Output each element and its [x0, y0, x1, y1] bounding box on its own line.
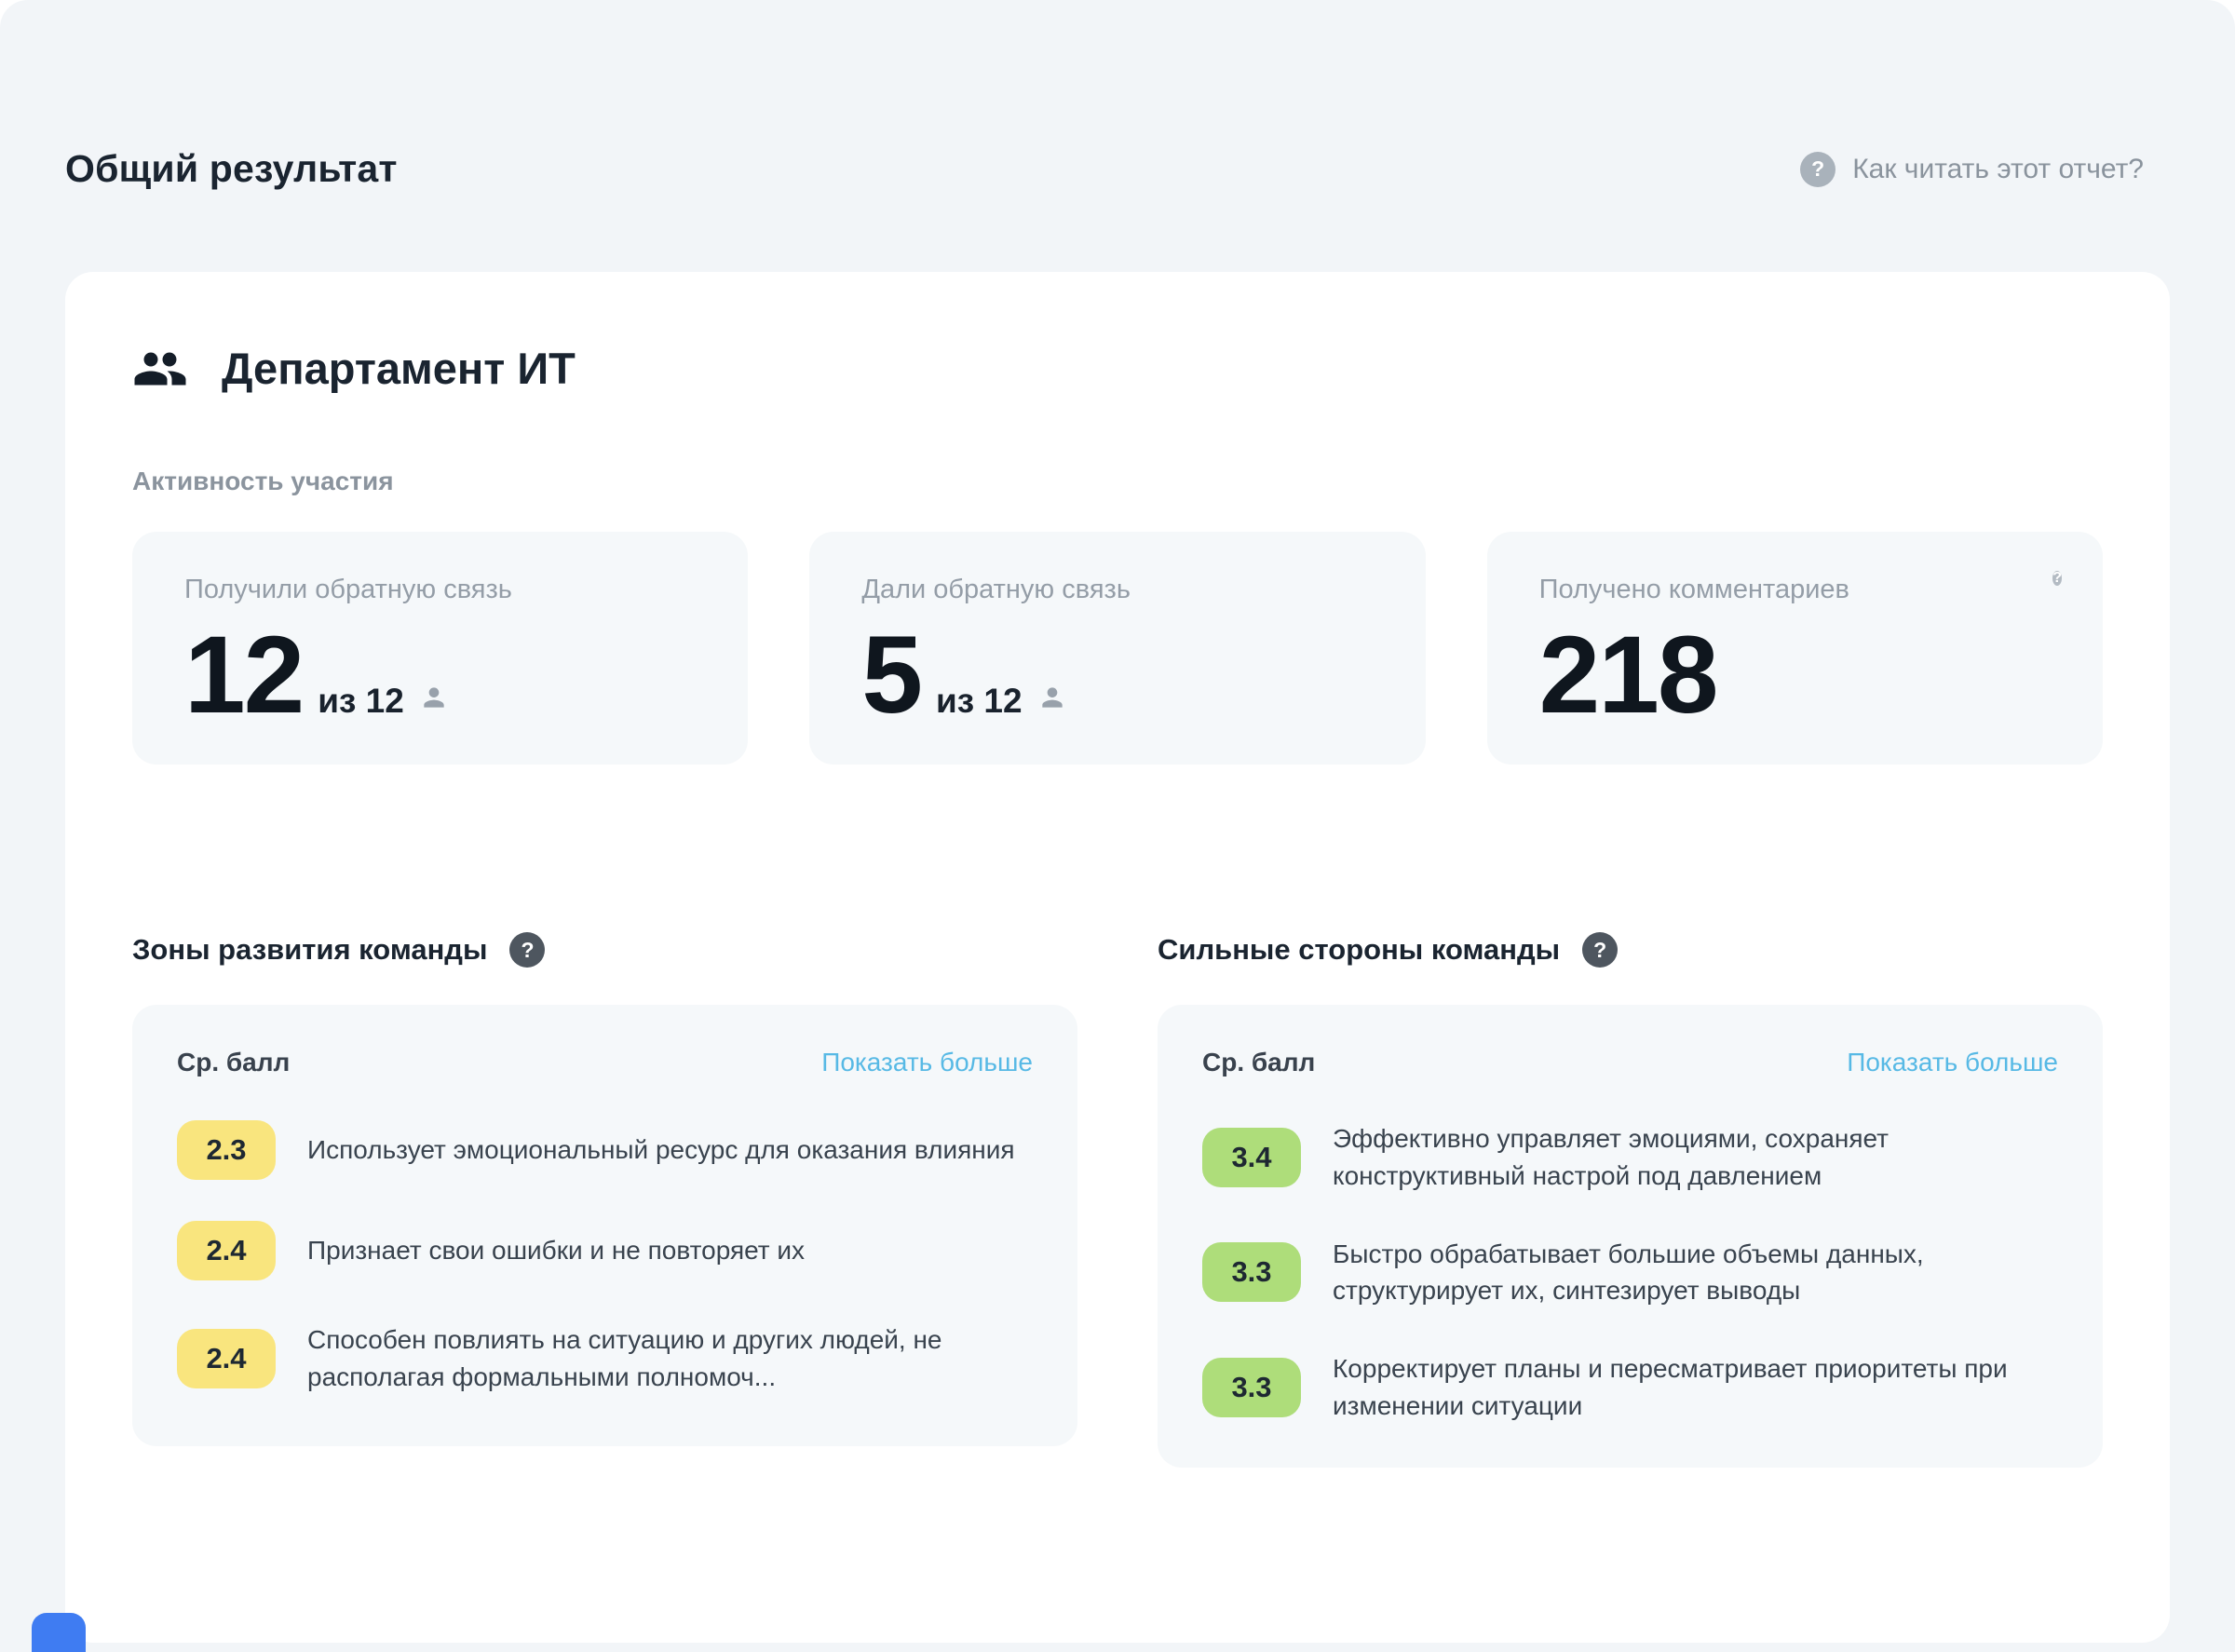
development-zones-help-icon[interactable]: ? — [509, 932, 545, 968]
summary-card: Департамент ИТ Активность участия Получи… — [65, 272, 2170, 1643]
strengths-section: Сильные стороны команды ? Ср. балл Показ… — [1158, 932, 2103, 1468]
stat-label: Получено комментариев — [1539, 575, 2051, 605]
strengths-title: Сильные стороны команды — [1158, 933, 1560, 967]
list-item: 3.4 Эффективно управляет эмоциями, сохра… — [1202, 1120, 2058, 1195]
strengths-help-icon[interactable]: ? — [1582, 932, 1618, 968]
stat-label: Получили обратную связь — [184, 575, 696, 605]
page-header: Общий результат ? Как читать этот отчет? — [65, 147, 2144, 191]
score-badge: 3.3 — [1202, 1242, 1301, 1302]
stat-label: Дали обратную связь — [861, 575, 1373, 605]
list-item: 2.4 Признает свои ошибки и не повторяет … — [177, 1221, 1033, 1280]
stat-suffix: из 12 — [936, 682, 1023, 721]
person-icon — [419, 683, 449, 717]
show-more-link[interactable]: Показать больше — [821, 1048, 1033, 1077]
report-page: Общий результат ? Как читать этот отчет?… — [0, 0, 2235, 1652]
stat-value: 5 — [861, 620, 921, 730]
item-text: Использует эмоциональный ресурс для оказ… — [307, 1131, 1015, 1169]
stat-value: 218 — [1539, 620, 1717, 730]
score-badge: 2.4 — [177, 1329, 276, 1388]
item-text: Признает свои ошибки и не повторяет их — [307, 1232, 805, 1269]
item-text: Эффективно управляет эмоциями, сохраняет… — [1333, 1120, 2050, 1195]
score-badge: 2.4 — [177, 1221, 276, 1280]
question-icon: ? — [1800, 152, 1835, 187]
activity-stats-row: Получили обратную связь 12 из 12 Дали об… — [132, 532, 2103, 765]
score-column-label: Ср. балл — [1202, 1048, 1315, 1077]
list-item: 3.3 Корректирует планы и пересматривает … — [1202, 1350, 2058, 1425]
how-to-read-label: Как читать этот отчет? — [1852, 154, 2144, 185]
strengths-card: Ср. балл Показать больше 3.4 Эффективно … — [1158, 1005, 2103, 1468]
item-text: Способен повлиять на ситуацию и других л… — [307, 1321, 1024, 1396]
stat-card-comments-received: ? Получено комментариев 218 — [1487, 532, 2103, 765]
how-to-read-link[interactable]: ? Как читать этот отчет? — [1800, 152, 2144, 187]
analysis-columns: Зоны развития команды ? Ср. балл Показат… — [132, 932, 2103, 1468]
stat-card-received-feedback: Получили обратную связь 12 из 12 — [132, 532, 748, 765]
team-header: Департамент ИТ — [132, 343, 2103, 394]
score-badge: 3.3 — [1202, 1358, 1301, 1417]
list-item: 2.3 Использует эмоциональный ресурс для … — [177, 1120, 1033, 1180]
show-more-link[interactable]: Показать больше — [1847, 1048, 2058, 1077]
team-icon — [132, 345, 188, 392]
list-item: 3.3 Быстро обрабатывает большие объемы д… — [1202, 1236, 2058, 1310]
stat-suffix: из 12 — [318, 682, 404, 721]
score-badge: 3.4 — [1202, 1128, 1301, 1187]
item-text: Корректирует планы и пересматривает прио… — [1333, 1350, 2050, 1425]
development-zones-title: Зоны развития команды — [132, 933, 487, 967]
list-item: 2.4 Способен повлиять на ситуацию и друг… — [177, 1321, 1033, 1396]
stat-value: 12 — [184, 620, 303, 730]
development-zones-section: Зоны развития команды ? Ср. балл Показат… — [132, 932, 1077, 1468]
score-column-label: Ср. балл — [177, 1048, 290, 1077]
stat-card-gave-feedback: Дали обратную связь 5 из 12 — [809, 532, 1425, 765]
development-zones-card: Ср. балл Показать больше 2.3 Использует … — [132, 1005, 1077, 1446]
chat-widget[interactable] — [32, 1613, 86, 1652]
item-text: Быстро обрабатывает большие объемы данны… — [1333, 1236, 2050, 1310]
page-title: Общий результат — [65, 147, 398, 191]
team-name: Департамент ИТ — [222, 343, 576, 394]
score-badge: 2.3 — [177, 1120, 276, 1180]
person-icon — [1037, 683, 1067, 717]
comments-help-icon[interactable]: ? — [2052, 571, 2062, 586]
activity-section-label: Активность участия — [132, 467, 2103, 496]
